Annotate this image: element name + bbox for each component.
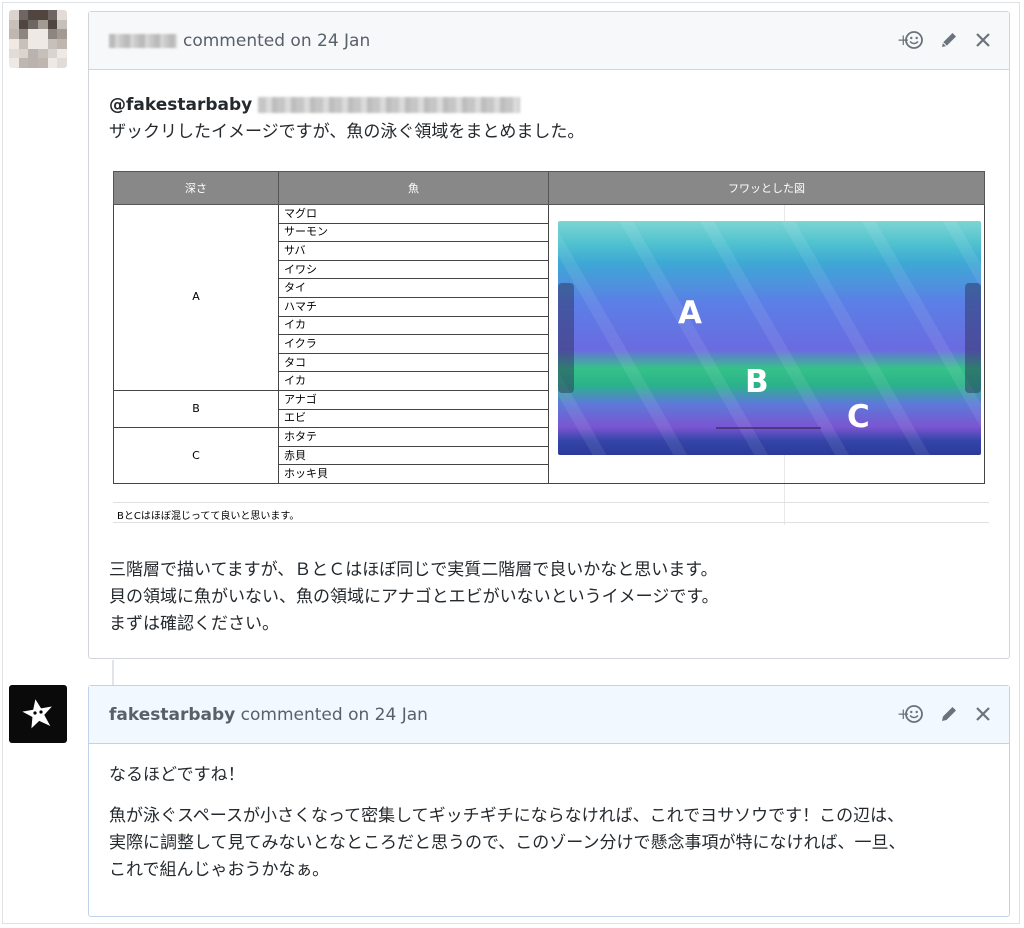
fish-cell: エビ — [278, 408, 549, 429]
fish-cell: マグロ — [278, 204, 549, 224]
comment-body: なるほどですね！ 魚が泳ぐスペースが小さくなって密集してギッチギチにならなければ… — [89, 744, 1009, 884]
comment-body: @fakestarbaby ザックリしたイメージですが、魚の泳ぐ領域をまとめまし… — [89, 70, 1009, 146]
fish-cell: イカ — [278, 371, 549, 391]
fish-cell: タイ — [278, 278, 549, 298]
zone-a-label: A — [678, 295, 702, 331]
user-mention-link[interactable]: @fakestarbaby — [109, 95, 252, 115]
table-note: BとCはほぼ混じってて良いと思います。 — [117, 511, 300, 522]
spreadsheet-image: 深さ 魚 フワッとした図 A マグロ サーモン サバ イワシ タイ ハマチ イカ イクラ タコ イカ… — [113, 171, 989, 525]
comment-followup: 三階層で描いてますが、ＢとＣはほぼ同じで実質二階層で良いかなと思います。 貝の領… — [109, 557, 719, 638]
fish-cell: サバ — [278, 241, 549, 261]
paragraph: まずは確認ください。 — [109, 614, 279, 634]
comment-2: fakestarbaby commented on 24 Jan + なるほどで… — [88, 685, 1010, 917]
comment-action: commented on 24 Jan — [183, 30, 371, 51]
pencil-icon[interactable] — [939, 30, 959, 50]
paragraph-line: これで組んじゃおうかなぁ。 — [109, 860, 330, 880]
zone-b-label: B — [745, 364, 769, 400]
depth-cell: A — [113, 204, 279, 391]
close-icon[interactable] — [975, 706, 991, 722]
comment-author[interactable]: fakestarbaby — [109, 705, 235, 725]
redacted-author[interactable] — [109, 33, 177, 48]
svg-text:+: + — [897, 31, 910, 49]
paragraph: 貝の領域に魚がいない、魚の領域にアナゴとエビがいないというイメージです。 — [109, 587, 719, 607]
paragraph: 魚が泳ぐスペースが小さくなって密集してギッチギチにならなければ、これでヨサソウで… — [109, 803, 989, 884]
add-reaction-icon[interactable]: + — [897, 30, 923, 50]
comment-header: commented on 24 Jan + — [89, 12, 1009, 70]
pencil-icon[interactable] — [939, 704, 959, 724]
paragraph-line: 魚が泳ぐスペースが小さくなって密集してギッチギチにならなければ、これでヨサソウで… — [109, 806, 905, 826]
fakestarbaby-avatar[interactable] — [9, 685, 67, 743]
comment-intro: ザックリしたイメージですが、魚の泳ぐ領域をまとめました。 — [109, 122, 585, 142]
fish-cell: ホッキ貝 — [278, 464, 549, 484]
comment-1: commented on 24 Jan + @fakestarbaby ザックリ… — [88, 11, 1010, 659]
header-figure: フワッとした図 — [548, 171, 985, 205]
header-depth: 深さ — [113, 171, 279, 205]
ocean-zone-figure: A B C — [558, 221, 981, 455]
depth-cell: C — [113, 427, 279, 484]
fish-cell: 赤貝 — [278, 445, 549, 466]
user-avatar[interactable] — [9, 10, 67, 68]
depth-cell: B — [113, 389, 279, 429]
header-fish: 魚 — [278, 171, 549, 205]
fish-cell: イカ — [278, 315, 549, 336]
add-reaction-icon[interactable]: + — [897, 704, 923, 724]
comment-header: fakestarbaby commented on 24 Jan + — [89, 686, 1009, 744]
fish-cell: イクラ — [278, 334, 549, 354]
paragraph-line: 実際に調整して見てみないとなところだと思うので、このゾーン分けで懸念事項が特にな… — [109, 833, 906, 853]
svg-text:+: + — [897, 705, 910, 723]
fish-cell: ホタテ — [278, 427, 549, 447]
redacted-text — [258, 97, 521, 113]
fish-cell: アナゴ — [278, 389, 549, 410]
comment-action: commented on 24 Jan — [240, 704, 428, 725]
paragraph: なるほどですね！ — [109, 765, 245, 785]
close-icon[interactable] — [975, 32, 991, 48]
fish-cell: イワシ — [278, 259, 549, 280]
fish-cell: サーモン — [278, 222, 549, 243]
timeline-line — [112, 660, 114, 686]
fish-cell: ハマチ — [278, 296, 549, 317]
star-ghost-icon — [22, 699, 52, 729]
paragraph: 三階層で描いてますが、ＢとＣはほぼ同じで実質二階層で良いかなと思います。 — [109, 560, 718, 580]
fish-cell: タコ — [278, 352, 549, 373]
zone-c-label: C — [847, 399, 870, 435]
